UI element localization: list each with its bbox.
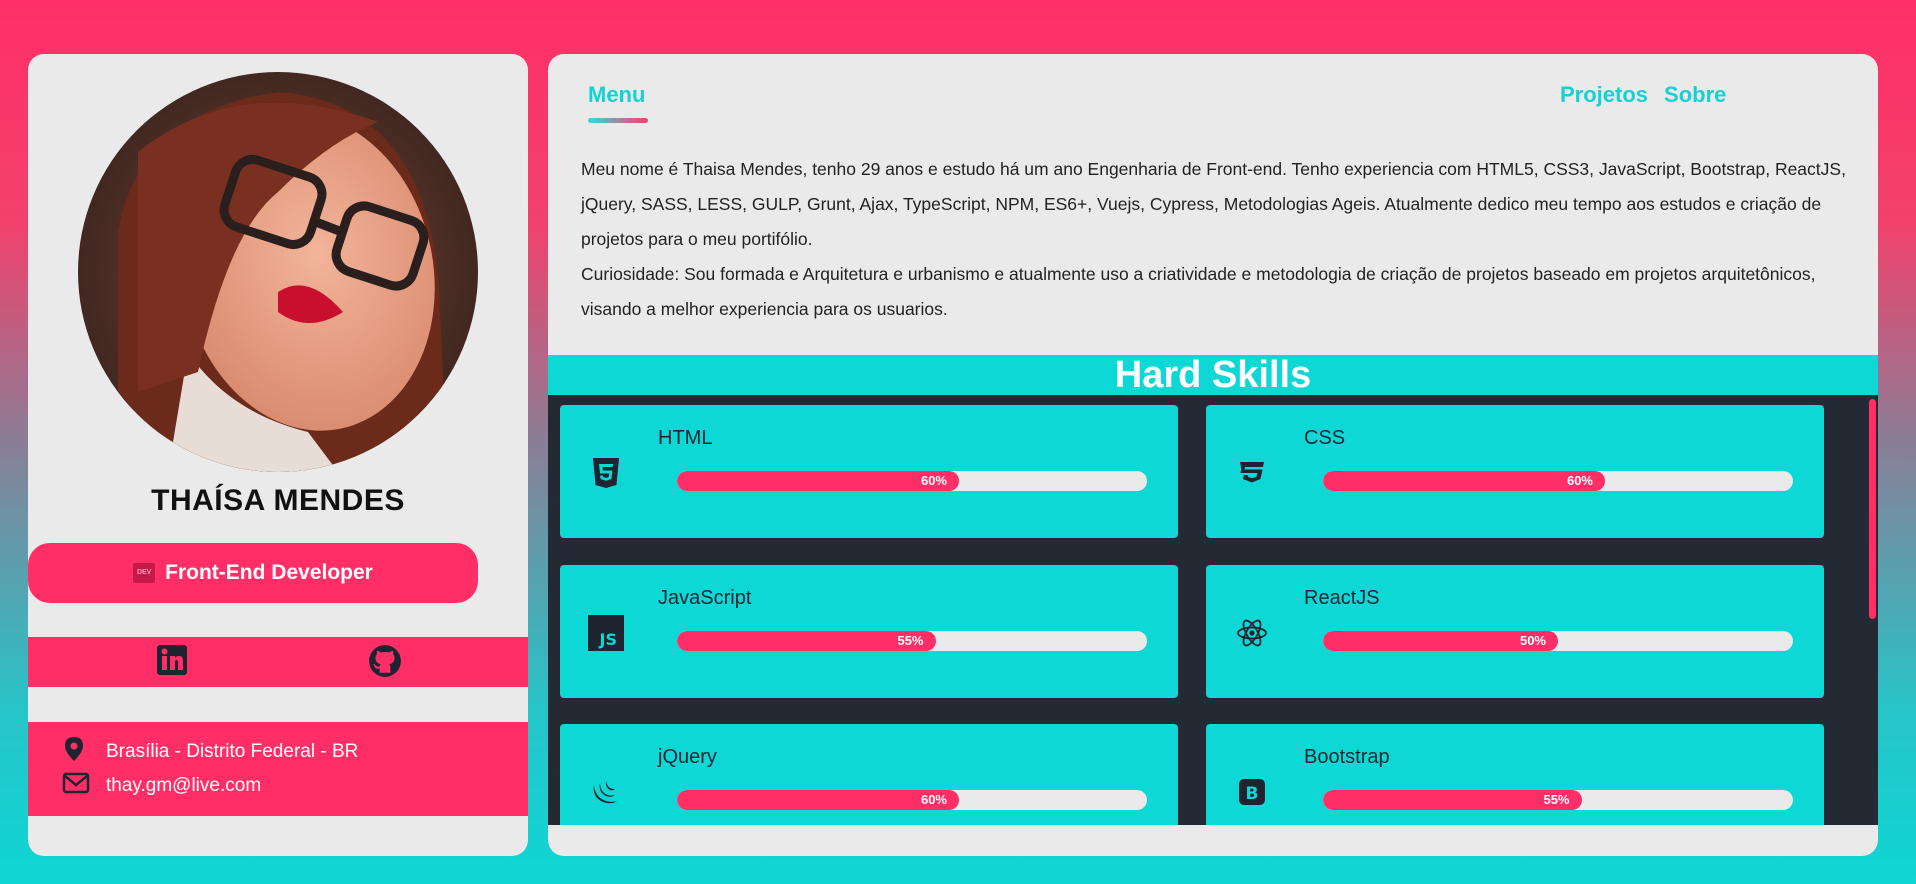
skill-percent: 55%: [897, 633, 924, 648]
skill-card-jquery: jQuery 60%: [560, 724, 1178, 825]
scrollbar-thumb[interactable]: [1869, 399, 1876, 619]
skill-label: HTML: [658, 427, 713, 449]
html5-icon: [588, 455, 624, 491]
skill-card-javascript: JS JavaScript 55%: [560, 565, 1178, 698]
skill-label: Bootstrap: [1304, 746, 1390, 768]
skill-progress-track: 55%: [1323, 790, 1793, 810]
skill-progress-track: 55%: [677, 631, 1147, 651]
skill-progress-fill: 55%: [677, 631, 936, 651]
role-badge-button[interactable]: DEV Front-End Developer: [28, 543, 478, 603]
envelope-icon: [62, 772, 90, 800]
skill-card-html: HTML 60%: [560, 405, 1178, 538]
skill-percent: 60%: [920, 473, 947, 488]
skill-progress-fill: 55%: [1323, 790, 1582, 810]
skill-label: JavaScript: [658, 587, 752, 609]
email-link[interactable]: thay.gm@live.com: [106, 775, 261, 797]
profile-card: THAÍSA MENDES DEV Front-End Developer Br…: [28, 54, 528, 856]
location-text: Brasília - Distrito Federal - BR: [106, 741, 359, 762]
bootstrap-icon: B: [1234, 774, 1270, 810]
skill-progress-fill: 60%: [1323, 471, 1605, 491]
skill-percent: 55%: [1543, 792, 1570, 807]
skill-progress-track: 50%: [1323, 631, 1793, 651]
skill-progress-track: 60%: [677, 790, 1147, 810]
skills-scrollbar[interactable]: [1866, 395, 1878, 825]
menu-underline: [588, 118, 648, 123]
github-icon[interactable]: [368, 644, 402, 682]
jquery-icon: [588, 774, 624, 810]
svg-text:B: B: [1246, 784, 1259, 804]
skill-progress-fill: 60%: [677, 471, 959, 491]
profile-name: THAÍSA MENDES: [151, 484, 405, 517]
skills-grid: HTML 60% CSS 60% JS JavaScript 55% React…: [548, 395, 1866, 825]
skill-progress-fill: 60%: [677, 790, 959, 810]
dev-icon: DEV: [133, 563, 156, 583]
top-nav: Projetos Sobre: [1560, 82, 1726, 108]
skill-card-reactjs: ReactJS 50%: [1206, 565, 1824, 698]
skill-card-css: CSS 60%: [1206, 405, 1824, 538]
skill-progress-fill: 50%: [1323, 631, 1558, 651]
linkedin-icon[interactable]: [156, 644, 188, 680]
skill-percent: 60%: [920, 792, 947, 807]
content-card: Menu Projetos Sobre Meu nome é Thaisa Me…: [548, 54, 1878, 856]
map-pin-icon: [62, 736, 86, 768]
skill-percent: 50%: [1519, 633, 1546, 648]
social-links-bar: [28, 637, 528, 687]
react-icon: [1234, 615, 1270, 651]
about-paragraph: Curiosidade: Sou formada e Arquitetura e…: [581, 264, 1816, 319]
skills-title: Hard Skills: [548, 355, 1878, 395]
nav-link-sobre[interactable]: Sobre: [1664, 82, 1726, 108]
profile-photo: [78, 72, 478, 472]
javascript-icon: JS: [588, 615, 624, 651]
menu-link[interactable]: Menu: [588, 82, 645, 108]
skill-label: CSS: [1304, 427, 1346, 449]
svg-text:JS: JS: [599, 630, 617, 649]
email-row: thay.gm@live.com: [62, 772, 261, 800]
contact-info: Brasília - Distrito Federal - BR thay.gm…: [28, 722, 528, 816]
skill-progress-track: 60%: [1323, 471, 1793, 491]
css3-icon: [1234, 455, 1270, 491]
about-text: Meu nome é Thaisa Mendes, tenho 29 anos …: [581, 152, 1851, 327]
skill-label: jQuery: [658, 746, 717, 768]
skill-percent: 60%: [1566, 473, 1593, 488]
location-row: Brasília - Distrito Federal - BR: [62, 736, 358, 768]
skill-card-bootstrap: B Bootstrap 55%: [1206, 724, 1824, 825]
role-label: Front-End Developer: [165, 561, 373, 584]
nav-link-projetos[interactable]: Projetos: [1560, 82, 1648, 108]
skill-progress-track: 60%: [677, 471, 1147, 491]
skill-label: ReactJS: [1304, 587, 1380, 609]
about-paragraph: Meu nome é Thaisa Mendes, tenho 29 anos …: [581, 159, 1846, 249]
